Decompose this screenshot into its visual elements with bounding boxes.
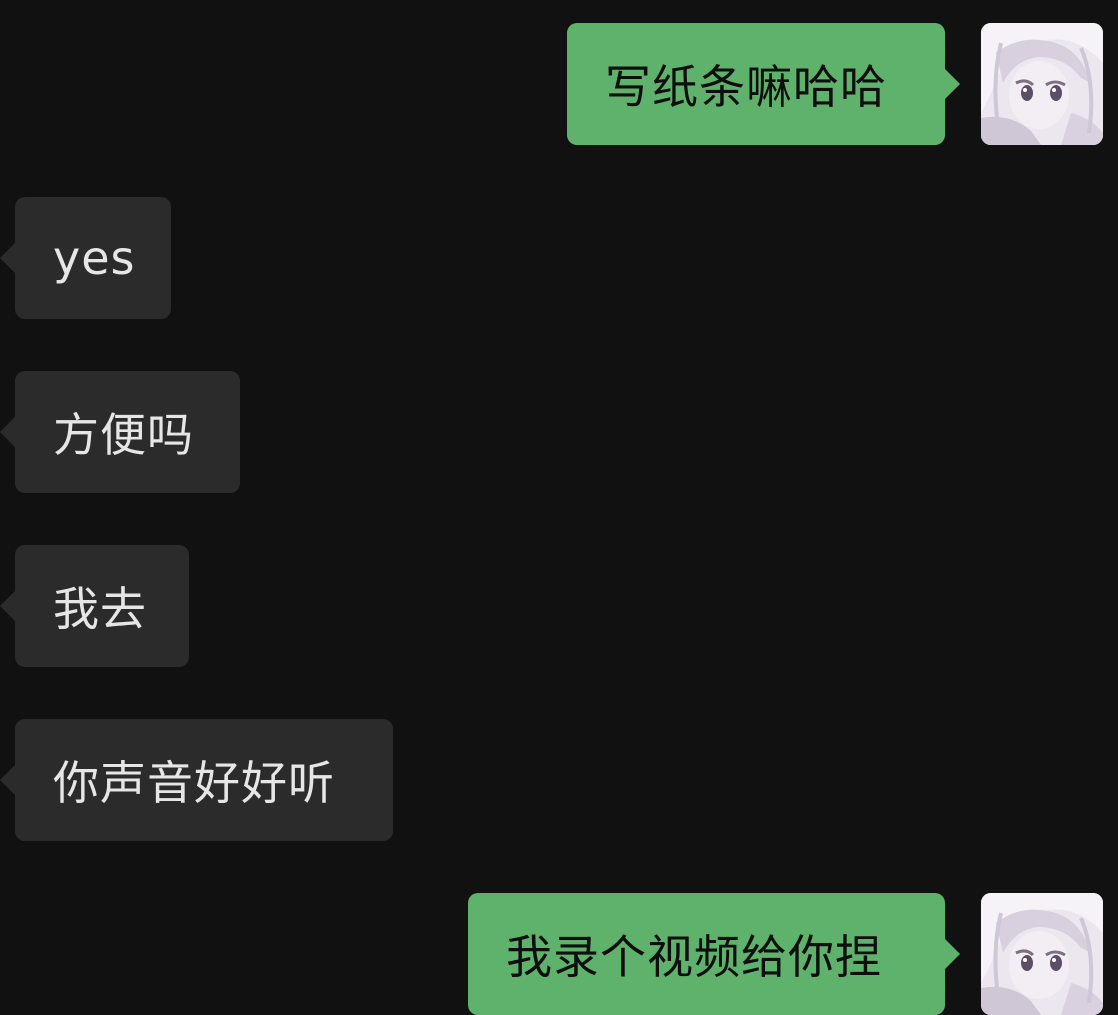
message-text: 你声音好好听: [53, 756, 335, 810]
avatar[interactable]: [981, 23, 1103, 145]
message-bubble-received[interactable]: yes: [0, 197, 171, 319]
message-text: 我录个视频给你捏: [506, 930, 882, 984]
message-bubble-received[interactable]: 方便吗: [0, 371, 240, 493]
anime-girl-avatar-icon: [981, 893, 1103, 1015]
message-bubble-sent[interactable]: 写纸条嘛哈哈: [567, 23, 960, 145]
message-bubble-sent[interactable]: 我录个视频给你捏: [468, 893, 960, 1015]
anime-girl-avatar-icon: [981, 23, 1103, 145]
chat-message-list[interactable]: 写纸条嘛哈哈 yes 方便吗 我去 你声音好好听 我录个视频给你捏: [0, 0, 1118, 1015]
message-bubble-received[interactable]: 你声音好好听: [0, 719, 393, 841]
avatar[interactable]: [981, 893, 1103, 1015]
message-text: 我去: [53, 582, 147, 636]
message-bubble-received[interactable]: 我去: [0, 545, 189, 667]
message-text: 写纸条嘛哈哈: [605, 60, 887, 114]
message-text: 方便吗: [53, 408, 194, 462]
message-text: yes: [53, 231, 136, 285]
